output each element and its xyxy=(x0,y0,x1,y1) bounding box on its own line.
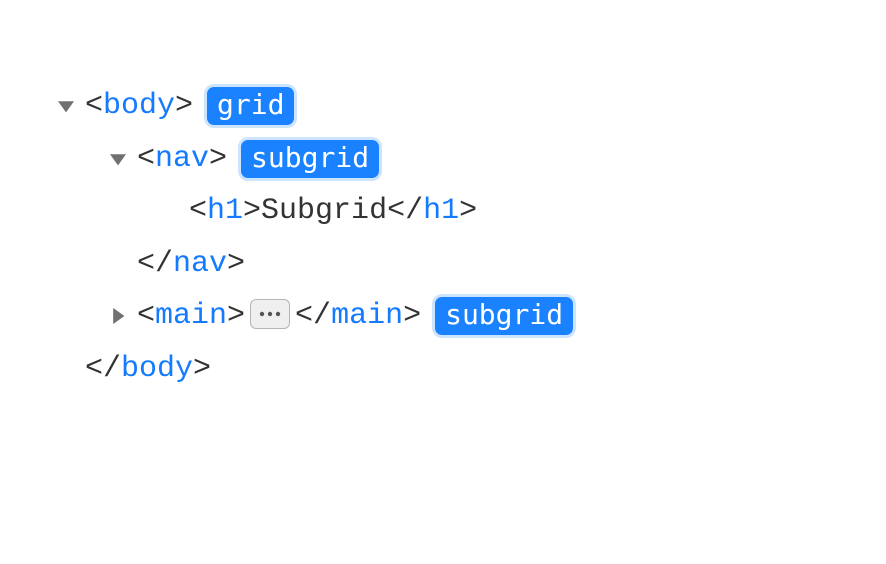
tag-close-body: </body> xyxy=(85,343,211,396)
disclosure-triangle-expanded[interactable] xyxy=(107,148,129,170)
disclosure-triangle-expanded[interactable] xyxy=(55,95,77,117)
tree-row-main[interactable]: <main> </main> subgrid xyxy=(55,290,846,343)
tag-close-h1: </h1> xyxy=(387,185,477,238)
tag-close-main: </main> xyxy=(295,290,421,343)
triangle-right-icon xyxy=(110,308,126,324)
triangle-down-icon xyxy=(110,151,126,167)
layout-badge-grid[interactable]: grid xyxy=(207,87,294,125)
layout-badge-subgrid[interactable]: subgrid xyxy=(241,140,379,178)
disclosure-triangle-collapsed[interactable] xyxy=(107,305,129,327)
ellipsis-icon[interactable] xyxy=(250,299,290,329)
dom-tree: <body> grid <nav> subgrid <h1>Subgrid</h… xyxy=(55,80,846,395)
tag-open-h1: <h1> xyxy=(189,185,261,238)
tag-open-nav: <nav> xyxy=(137,133,227,186)
tag-open-main: <main> xyxy=(137,290,245,343)
tree-row-h1[interactable]: <h1>Subgrid</h1> xyxy=(55,185,846,238)
layout-badge-subgrid[interactable]: subgrid xyxy=(435,297,573,335)
text-node: Subgrid xyxy=(261,185,387,238)
tree-row-nav-open[interactable]: <nav> subgrid xyxy=(55,133,846,186)
tree-row-nav-close[interactable]: </nav> xyxy=(55,238,846,291)
tag-open-body: <body> xyxy=(85,80,193,133)
tree-row-body-close[interactable]: </body> xyxy=(55,343,846,396)
tree-row-body-open[interactable]: <body> grid xyxy=(55,80,846,133)
tag-close-nav: </nav> xyxy=(137,238,245,291)
triangle-down-icon xyxy=(58,98,74,114)
